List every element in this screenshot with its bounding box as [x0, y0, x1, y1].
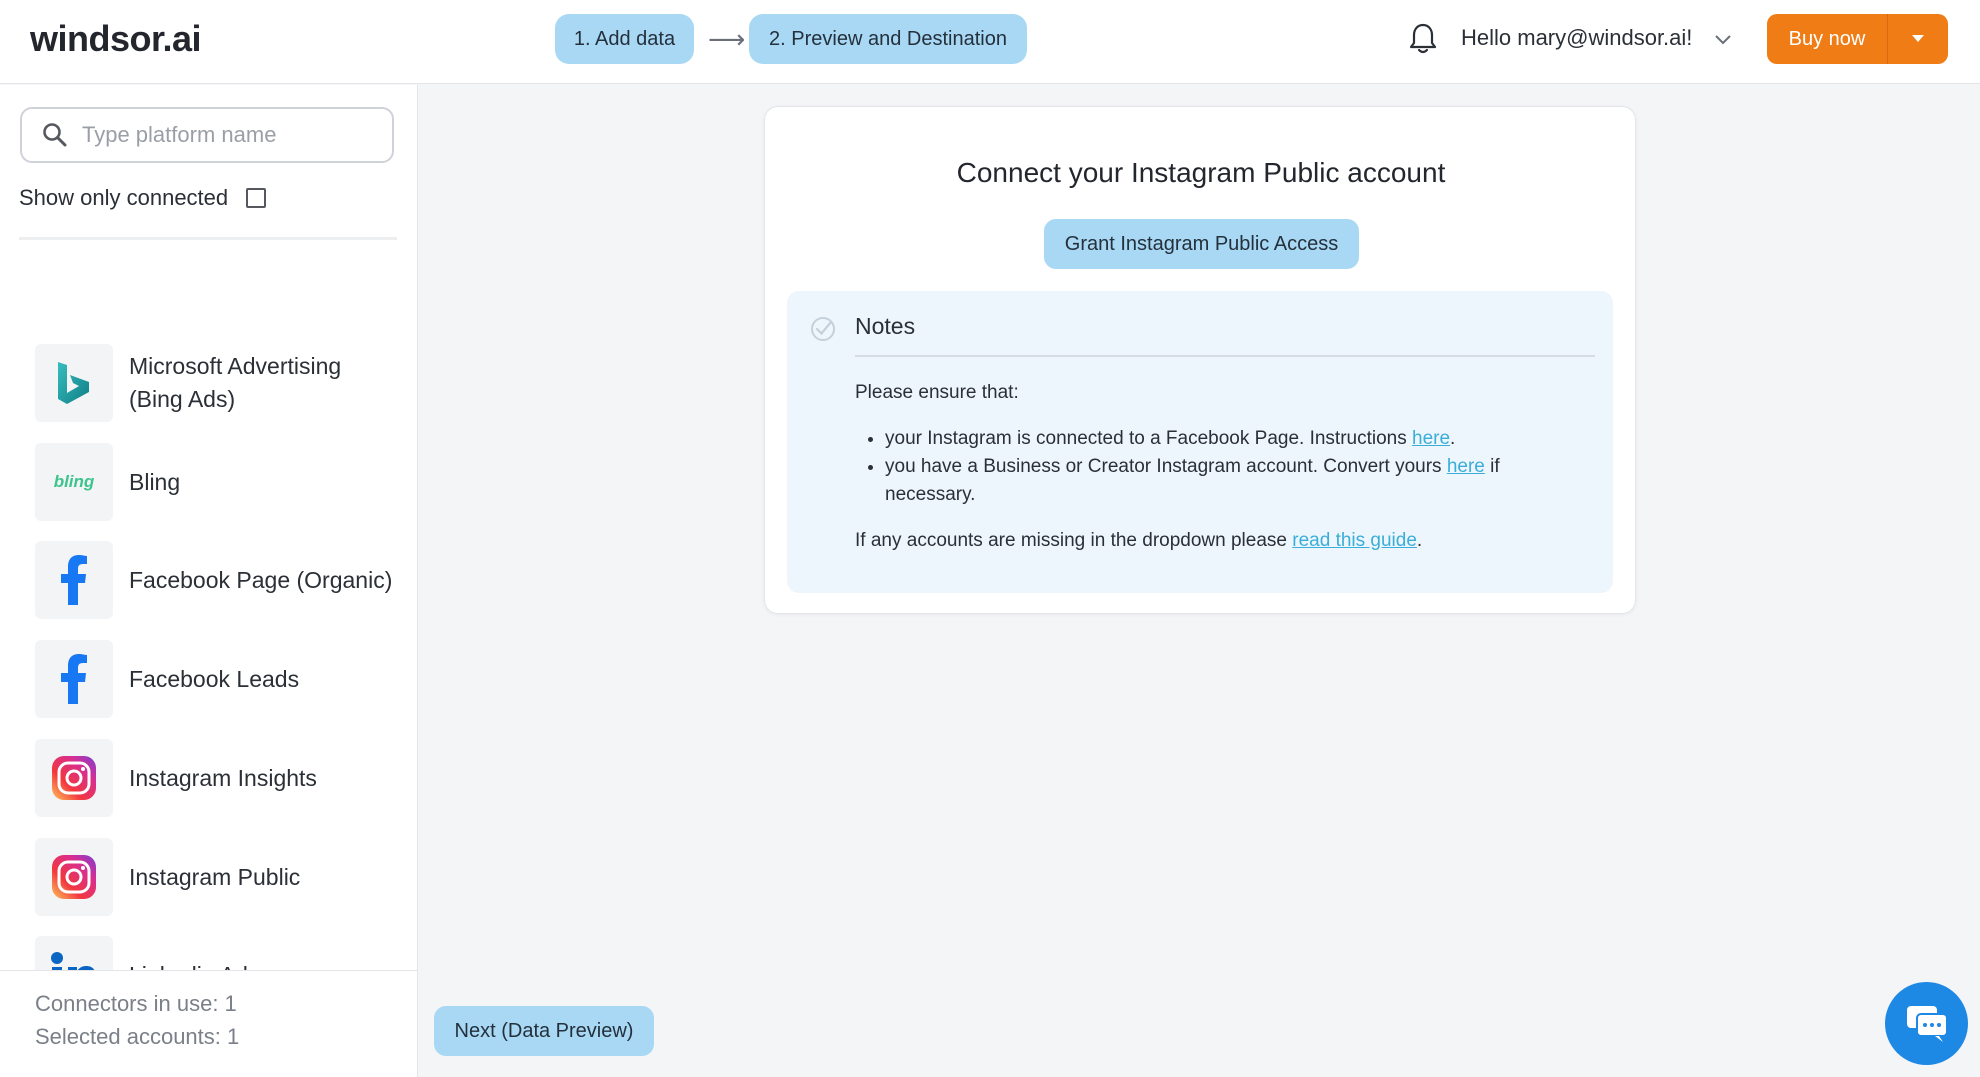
platform-label: Facebook Leads — [129, 665, 300, 692]
platform-item-instagram-insights[interactable]: Instagram Insights — [35, 739, 395, 817]
platform-item-bling[interactable]: bling Bling — [35, 443, 395, 521]
note-text: . — [1416, 530, 1423, 551]
notes-list: your Instagram is connected to a Faceboo… — [885, 425, 1595, 509]
selected-accounts: Selected accounts: 1 — [35, 1024, 240, 1049]
facebook-icon — [35, 541, 113, 619]
read-guide-link[interactable]: read this guide — [1292, 530, 1417, 551]
next-data-preview-button[interactable]: Next (Data Preview) — [434, 1006, 654, 1056]
instagram-icon — [35, 739, 113, 817]
search-icon — [43, 123, 67, 147]
search-input[interactable] — [82, 122, 372, 148]
page-title: Connect your Instagram Public account — [956, 157, 1446, 188]
note-text: your Instagram is connected to a Faceboo… — [885, 428, 1413, 449]
windsor-logo[interactable]: windsor.ai — [30, 18, 202, 60]
bling-icon: bling — [35, 443, 113, 521]
top-header: windsor.ai 1. Add data ⟶ 2. Preview and … — [0, 0, 1980, 84]
platform-label: Facebook Page (Organic) — [129, 566, 393, 593]
step-preview-destination[interactable]: 2. Preview and Destination — [749, 14, 1027, 64]
list-item: your Instagram is connected to a Faceboo… — [885, 425, 1595, 453]
step-arrow-icon: ⟶ — [708, 24, 746, 54]
chat-icon — [1906, 1005, 1948, 1042]
grant-access-button[interactable]: Grant Instagram Public Access — [1044, 219, 1359, 269]
check-circle-icon — [811, 317, 835, 341]
instagram-icon — [35, 838, 113, 916]
show-connected-checkbox[interactable] — [246, 188, 267, 208]
notes-intro: Please ensure that: — [855, 382, 1019, 403]
platform-sidebar: Show only connected Microsoft Advertisin… — [0, 85, 418, 1077]
caret-down-icon — [1912, 35, 1924, 42]
platform-search[interactable] — [20, 107, 394, 163]
list-item: you have a Business or Creator Instagram… — [885, 453, 1595, 509]
chevron-down-icon[interactable] — [1712, 28, 1734, 50]
connect-card: Connect your Instagram Public account Gr… — [764, 106, 1636, 614]
notes-panel: Notes Please ensure that: your Instagram… — [787, 291, 1613, 593]
platform-item-facebook-leads[interactable]: Facebook Leads — [35, 640, 395, 718]
bing-icon — [35, 344, 113, 422]
sidebar-footer: Connectors in use: 1 Selected accounts: … — [0, 970, 417, 1077]
note-text: If any accounts are missing in the dropd… — [855, 530, 1293, 551]
connectors-in-use: Connectors in use: 1 — [35, 991, 237, 1016]
platform-item-instagram-public[interactable]: Instagram Public — [35, 838, 395, 916]
bell-icon[interactable] — [1408, 22, 1438, 56]
bling-logo-text: bling — [53, 472, 95, 491]
missing-accounts-note: If any accounts are missing in the dropd… — [855, 527, 1595, 555]
note-text: . — [1450, 428, 1456, 449]
buy-now-label[interactable]: Buy now — [1767, 14, 1887, 64]
buy-now-button[interactable]: Buy now — [1767, 14, 1948, 64]
convert-link[interactable]: here — [1447, 456, 1485, 477]
notes-body: Please ensure that: your Instagram is co… — [855, 379, 1595, 555]
show-connected-label: Show only connected — [19, 185, 229, 210]
platform-label: Microsoft Advertising (Bing Ads) — [129, 353, 342, 412]
platform-label: Instagram Public — [129, 863, 301, 890]
divider — [19, 237, 397, 240]
facebook-icon — [35, 640, 113, 718]
chat-widget-button[interactable] — [1885, 982, 1968, 1065]
notes-title: Notes — [855, 313, 916, 339]
note-text: you have a Business or Creator Instagram… — [885, 456, 1447, 477]
show-connected-toggle[interactable]: Show only connected — [19, 185, 267, 211]
instructions-link[interactable]: here — [1412, 428, 1450, 449]
platform-label: Bling — [129, 468, 181, 495]
step-add-data[interactable]: 1. Add data — [555, 14, 694, 64]
buy-dropdown-toggle[interactable] — [1887, 14, 1948, 64]
platform-item-facebook-page[interactable]: Facebook Page (Organic) — [35, 541, 395, 619]
divider — [855, 355, 1595, 357]
platform-label: Instagram Insights — [129, 764, 317, 791]
user-greeting[interactable]: Hello mary@windsor.ai! — [1461, 25, 1692, 51]
platform-item-bing-ads[interactable]: Microsoft Advertising (Bing Ads) — [35, 344, 395, 422]
